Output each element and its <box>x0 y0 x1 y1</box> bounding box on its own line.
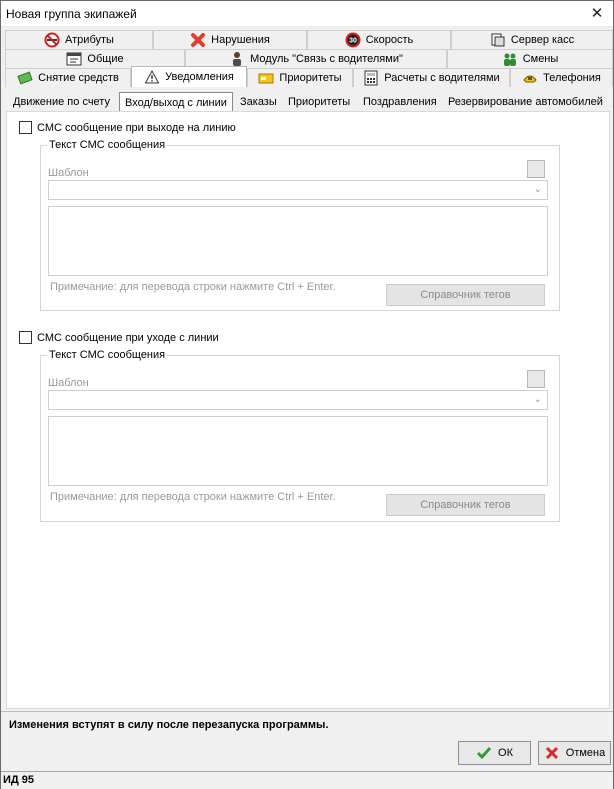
speed-30-icon: 30 <box>345 32 361 48</box>
restart-note: Изменения вступят в силу после перезапус… <box>9 719 329 731</box>
sms-on-login-row[interactable]: СМС сообщение при выходе на линию <box>19 121 236 134</box>
sms-on-logout-row[interactable]: СМС сообщение при уходе с линии <box>19 331 219 344</box>
ok-label: ОК <box>498 747 513 759</box>
tab-label: Снятие средств <box>38 72 119 84</box>
cancel-x-icon <box>544 745 560 761</box>
tab-priorities[interactable]: Приоритеты <box>247 68 353 87</box>
svg-text:30: 30 <box>349 38 357 45</box>
tags-directory-button[interactable]: Справочник тегов <box>386 494 545 516</box>
sms-message-textarea[interactable] <box>48 416 548 486</box>
sms-on-login-label: СМС сообщение при выходе на линию <box>37 121 236 134</box>
subtab-label: Заказы <box>240 96 277 108</box>
tab-row-3: Снятие средств Уведомления Приоритеты Ра… <box>2 66 614 87</box>
phone-icon <box>522 70 538 86</box>
tab-label: Модуль "Связь с водителями" <box>250 53 403 65</box>
subtab-label: Движение по счету <box>13 96 110 108</box>
record-id: ИД 95 <box>3 774 35 786</box>
subtab-account-movement[interactable]: Движение по счету <box>8 92 115 112</box>
tab-telephony[interactable]: Телефония <box>510 68 613 87</box>
tab-label: Приоритеты <box>279 72 342 84</box>
settings-window-icon <box>66 51 82 67</box>
no-smoking-icon <box>44 32 60 48</box>
tab-label: Смены <box>522 53 559 65</box>
tab-row-2: Общие Модуль "Связь с водителями" Смены <box>2 49 614 68</box>
cash-register-icon <box>490 32 506 48</box>
subtab-car-reservation[interactable]: Резервирование автомобилей <box>443 92 608 112</box>
tab-label: Атрибуты <box>65 34 114 46</box>
tab-driver-accounts[interactable]: Расчеты с водителями <box>353 68 510 87</box>
driver-icon <box>229 51 245 67</box>
cancel-label: Отмена <box>565 747 606 759</box>
tab-violations[interactable]: Нарушения <box>153 30 307 49</box>
red-x-icon <box>190 32 206 48</box>
chevron-down-icon: ⌄ <box>533 184 542 195</box>
tab-cash-server[interactable]: Сервер касс <box>451 30 613 49</box>
subtab-label: Приоритеты <box>288 96 351 108</box>
template-combo[interactable]: ⌄ <box>48 180 548 200</box>
tab-label: Расчеты с водителями <box>384 72 500 84</box>
template-label: Шаблон <box>48 167 89 179</box>
tab-label: Уведомления <box>165 71 234 83</box>
line-break-hint: Примечание: для перевода строки нажмите … <box>50 281 336 293</box>
people-icon <box>502 51 518 67</box>
group-title: Текст СМС сообщения <box>47 349 168 361</box>
subtab-label: Вход/выход с линии <box>125 96 227 109</box>
subtab-greetings[interactable]: Поздравления <box>358 92 442 112</box>
tab-notifications[interactable]: Уведомления <box>131 66 247 87</box>
sub-tab-strip: Движение по счету Вход/выход с линии Зак… <box>6 92 610 112</box>
title-bar: Новая группа экипажей ✕ <box>1 1 613 27</box>
tab-attributes[interactable]: Атрибуты <box>5 30 153 49</box>
tab-withdrawal[interactable]: Снятие средств <box>5 68 131 87</box>
calculator-icon <box>363 70 379 86</box>
tab-label: Телефония <box>543 72 601 84</box>
warning-icon <box>144 69 160 85</box>
sms-on-logout-checkbox[interactable] <box>19 331 32 344</box>
subtab-login-logout[interactable]: Вход/выход с линии <box>119 92 233 112</box>
tab-shifts[interactable]: Смены <box>447 49 613 68</box>
tab-content: СМС сообщение при выходе на линию Текст … <box>6 111 610 709</box>
line-break-hint: Примечание: для перевода строки нажмите … <box>50 491 336 503</box>
tab-speed[interactable]: 30 Скорость <box>307 30 451 49</box>
tab-label: Нарушения <box>211 34 270 46</box>
sms-on-logout-label: СМС сообщение при уходе с линии <box>37 331 219 344</box>
priority-card-icon <box>258 70 274 86</box>
close-button[interactable]: ✕ <box>587 4 607 24</box>
status-bar: ИД 95 <box>1 771 613 789</box>
dialog-window: Новая группа экипажей ✕ Атрибуты Нарушен… <box>0 0 614 789</box>
tab-label: Скорость <box>365 34 414 46</box>
template-library-button[interactable] <box>527 370 545 388</box>
money-icon <box>17 70 33 86</box>
tags-directory-button[interactable]: Справочник тегов <box>386 284 545 306</box>
subtab-label: Резервирование автомобилей <box>448 96 603 108</box>
subtab-orders[interactable]: Заказы <box>235 92 282 112</box>
subtab-label: Поздравления <box>363 96 437 108</box>
tab-label: Сервер касс <box>510 34 575 46</box>
window-title: Новая группа экипажей <box>6 7 137 21</box>
sms-text-group-logout: Текст СМС сообщения Шаблон ⌄ Примечание:… <box>40 349 560 522</box>
sms-message-textarea[interactable] <box>48 206 548 276</box>
chevron-down-icon: ⌄ <box>533 394 542 405</box>
footer-separator <box>1 711 613 712</box>
tab-label: Общие <box>87 53 124 65</box>
ok-button[interactable]: ОК <box>458 741 531 765</box>
template-label: Шаблон <box>48 377 89 389</box>
template-library-button[interactable] <box>527 160 545 178</box>
tab-row-1: Атрибуты Нарушения 30 Скорость Сервер ка… <box>2 30 614 49</box>
sms-on-login-checkbox[interactable] <box>19 121 32 134</box>
template-combo[interactable]: ⌄ <box>48 390 548 410</box>
check-icon <box>476 745 492 761</box>
cancel-button[interactable]: Отмена <box>538 741 611 765</box>
group-title: Текст СМС сообщения <box>47 139 168 151</box>
subtab-priorities[interactable]: Приоритеты <box>283 92 355 112</box>
sms-text-group-login: Текст СМС сообщения Шаблон ⌄ Примечание:… <box>40 139 560 311</box>
